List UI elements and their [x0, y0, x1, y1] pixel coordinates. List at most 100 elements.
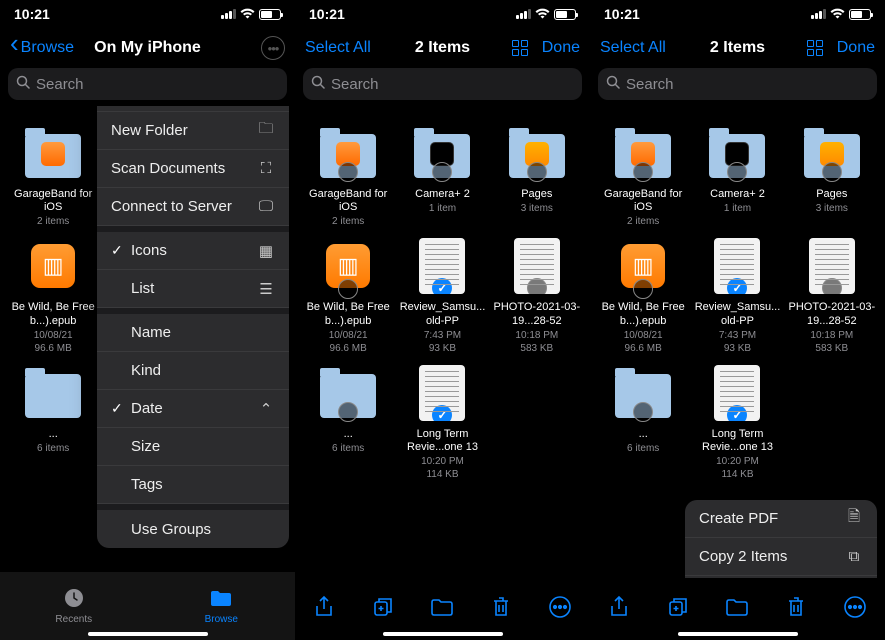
done-button[interactable]: Done	[542, 39, 580, 57]
done-button[interactable]: Done	[837, 39, 875, 57]
menu-view-icons[interactable]: ✓Icons▦	[97, 232, 289, 270]
menu-scan-documents[interactable]: Scan Documents⛶	[97, 150, 289, 188]
battery-icon	[554, 9, 576, 20]
more-actions-button[interactable]	[843, 595, 867, 624]
search-icon	[606, 75, 620, 93]
menu-new-folder[interactable]: New Folder🗀	[97, 112, 289, 150]
file-item[interactable]: PHOTO-2021-03-19...28-52 10:18 PM583 KB	[785, 237, 879, 353]
item-name: Long Term Revie...one 13	[398, 428, 486, 454]
menu-view-list[interactable]: List☰	[97, 270, 289, 308]
back-button[interactable]: Browse	[10, 37, 80, 59]
selected-checkmark-icon: ✓	[727, 278, 747, 294]
selection-ring-icon	[727, 162, 747, 182]
delete-button[interactable]	[491, 596, 511, 623]
menu-connect-server[interactable]: Connect to Server🖵	[97, 188, 289, 226]
file-item[interactable]: ▥ Be Wild, Be Free b...).epub 10/08/21 9…	[6, 237, 100, 353]
menu-sort-tags[interactable]: Tags	[97, 466, 289, 504]
phone-screen-2: 10:21 Select All 2 Items Done Search Gar…	[295, 0, 590, 640]
chevron-left-icon	[10, 37, 19, 59]
file-item[interactable]: ✓ Review_Samsu...old-PP 7:43 PM93 KB	[395, 237, 489, 353]
file-item[interactable]: ... 6 items	[301, 364, 395, 480]
document-icon: ✓	[714, 365, 760, 421]
wifi-icon	[240, 7, 255, 22]
book-icon: ▥	[326, 244, 370, 288]
status-time: 10:21	[309, 6, 345, 22]
search-field[interactable]: Search	[303, 68, 582, 100]
content-area: GarageBand for iOS 2 items ▥ Be Wild, Be…	[0, 106, 295, 602]
more-button[interactable]: •••	[261, 36, 285, 60]
menu-use-groups[interactable]: Use Groups	[97, 510, 289, 548]
battery-icon	[849, 9, 871, 20]
item-size: 96.6 MB	[625, 343, 662, 354]
select-all-button[interactable]: Select All	[305, 39, 375, 57]
more-actions-button[interactable]	[548, 595, 572, 624]
view-toggle-button[interactable]	[807, 40, 823, 56]
view-options-menu: Select◎ New Folder🗀 Scan Documents⛶ Conn…	[97, 106, 289, 548]
search-field[interactable]: Search	[8, 68, 287, 100]
document-icon: ✓	[419, 365, 465, 421]
duplicate-button[interactable]	[667, 596, 689, 623]
file-item[interactable]: Pages 3 items	[785, 124, 879, 227]
menu-copy-items[interactable]: Copy 2 Items⧉	[685, 538, 877, 576]
home-indicator[interactable]	[88, 632, 208, 636]
item-date: 10/08/21	[34, 330, 73, 341]
document-icon	[514, 238, 560, 294]
status-indicators	[516, 7, 576, 22]
selected-checkmark-icon: ✓	[432, 278, 452, 294]
item-count: 2 items	[37, 216, 69, 227]
status-indicators	[811, 7, 871, 22]
view-toggle-button[interactable]	[512, 40, 528, 56]
select-all-button[interactable]: Select All	[600, 39, 670, 57]
file-item[interactable]: ... 6 items	[6, 364, 100, 480]
search-field[interactable]: Search	[598, 68, 877, 100]
duplicate-button[interactable]	[372, 596, 394, 623]
menu-sort-kind[interactable]: Kind	[97, 352, 289, 390]
file-item[interactable]: Camera+ 2 1 item	[395, 124, 489, 227]
content-area: GarageBand for iOS 2 items Camera+ 2 1 i…	[295, 106, 590, 602]
battery-icon	[259, 9, 281, 20]
move-button[interactable]	[430, 597, 454, 622]
document-icon: ✓	[419, 238, 465, 294]
item-count: 3 items	[816, 203, 848, 214]
items-grid: GarageBand for iOS 2 items Camera+ 2 1 i…	[590, 106, 885, 484]
status-time: 10:21	[604, 6, 640, 22]
share-button[interactable]	[313, 595, 335, 624]
file-item[interactable]: ▥ Be Wild, Be Free b...).epub 10/08/2196…	[301, 237, 395, 353]
tab-recents[interactable]: Recents	[0, 572, 148, 640]
home-indicator[interactable]	[678, 632, 798, 636]
item-name: PHOTO-2021-03-19...28-52	[788, 301, 876, 327]
delete-button[interactable]	[786, 596, 806, 623]
nav-bar: Select All 2 Items Done	[295, 28, 590, 68]
item-name: Pages	[816, 188, 847, 201]
tab-browse[interactable]: Browse	[148, 572, 296, 640]
file-item[interactable]: ✓ Long Term Revie...one 13 10:20 PM114 K…	[395, 364, 489, 480]
menu-sort-name[interactable]: Name	[97, 314, 289, 352]
file-item[interactable]: Pages 3 items	[490, 124, 584, 227]
clock-icon	[63, 587, 85, 612]
item-name: Camera+ 2	[710, 188, 765, 201]
search-placeholder: Search	[331, 76, 379, 93]
menu-sort-size[interactable]: Size	[97, 428, 289, 466]
move-button[interactable]	[725, 597, 749, 622]
item-size: 93 KB	[429, 343, 456, 354]
file-item[interactable]: PHOTO-2021-03-19...28-52 10:18 PM583 KB	[490, 237, 584, 353]
item-name: Pages	[521, 188, 552, 201]
file-item[interactable]: ✓ Long Term Revie...one 13 10:20 PM114 K…	[690, 364, 784, 480]
share-button[interactable]	[608, 595, 630, 624]
folder-icon	[25, 374, 81, 418]
file-item[interactable]: ✓ Review_Samsu...old-PP 7:43 PM93 KB	[690, 237, 784, 353]
menu-create-pdf[interactable]: Create PDF🗎	[685, 500, 877, 538]
file-item[interactable]: GarageBand for iOS 2 items	[6, 124, 100, 227]
items-grid: GarageBand for iOS 2 items Camera+ 2 1 i…	[295, 106, 590, 484]
file-item[interactable]: GarageBand for iOS 2 items	[301, 124, 395, 227]
home-indicator[interactable]	[383, 632, 503, 636]
wifi-icon	[535, 7, 550, 22]
item-date: 10:20 PM	[716, 456, 759, 467]
file-item[interactable]: ▥ Be Wild, Be Free b...).epub 10/08/2196…	[596, 237, 690, 353]
file-item[interactable]: GarageBand for iOS 2 items	[596, 124, 690, 227]
file-item[interactable]: Camera+ 2 1 item	[690, 124, 784, 227]
document-icon: 🗎	[845, 506, 863, 531]
item-name: Long Term Revie...one 13	[693, 428, 781, 454]
file-item[interactable]: ... 6 items	[596, 364, 690, 480]
menu-sort-date[interactable]: ✓Date⌃	[97, 390, 289, 428]
